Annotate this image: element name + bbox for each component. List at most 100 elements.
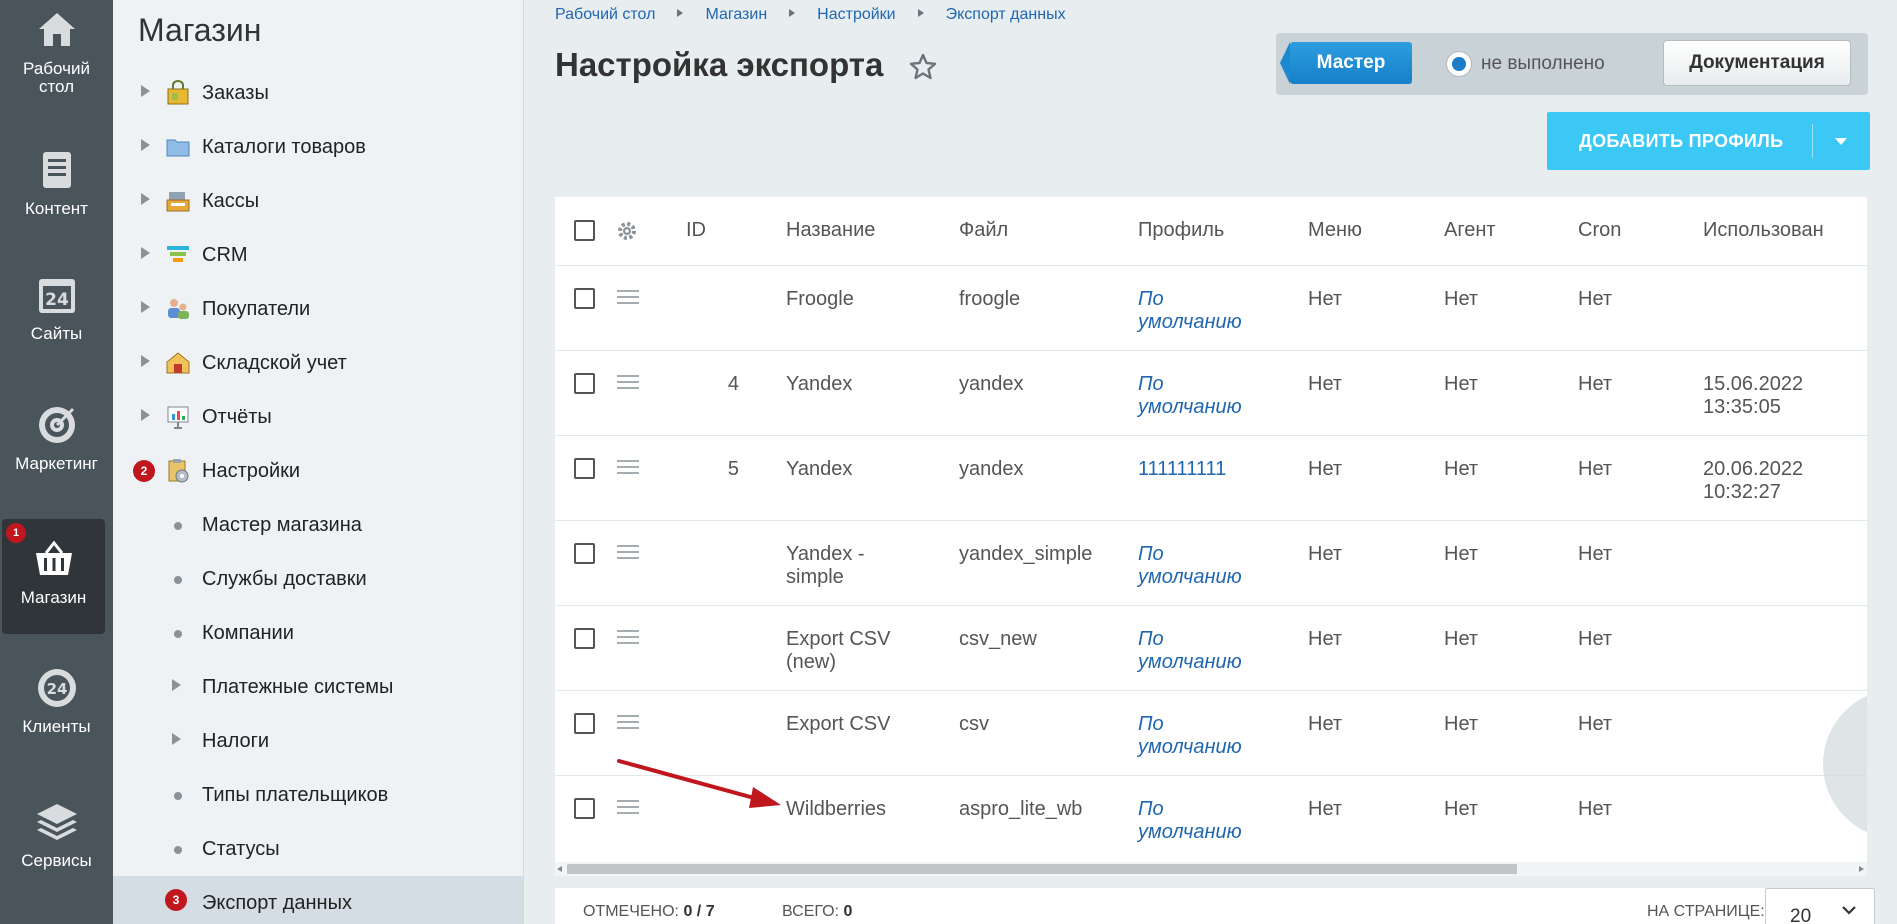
leftbar-item-content[interactable]: Контент bbox=[0, 148, 113, 218]
cell-profile-link[interactable]: По умолчанию bbox=[1138, 288, 1258, 334]
cell-agent: Нет bbox=[1444, 798, 1479, 820]
menu-item-cashboxes[interactable]: Кассы bbox=[113, 174, 523, 228]
table-row[interactable]: 4 Yandex yandex По умолчанию Нет Нет Нет… bbox=[555, 351, 1867, 436]
row-checkbox[interactable] bbox=[574, 713, 595, 734]
cell-profile-link[interactable]: По умолчанию bbox=[1138, 713, 1258, 759]
row-checkbox[interactable] bbox=[574, 798, 595, 819]
expand-arrow-icon[interactable] bbox=[141, 301, 150, 313]
column-header-file[interactable]: Файл bbox=[959, 219, 1008, 242]
cell-file: froogle bbox=[959, 288, 1021, 310]
menu-item-payer-types[interactable]: Типы плательщиков bbox=[113, 768, 523, 822]
cell-name: Yandex bbox=[786, 373, 853, 395]
menu-item-warehouse[interactable]: Складской учет bbox=[113, 336, 523, 390]
menu-item-taxes[interactable]: Налоги bbox=[113, 714, 523, 768]
wizard-button[interactable]: Мастер bbox=[1280, 42, 1412, 84]
menu-item-label: Каталоги товаров bbox=[202, 136, 366, 158]
menu-item-label: Платежные системы bbox=[202, 676, 394, 698]
row-menu-icon[interactable] bbox=[617, 630, 639, 646]
leftbar-item-desktop[interactable]: Рабочий стол bbox=[0, 8, 113, 96]
row-menu-icon[interactable] bbox=[617, 290, 639, 306]
bullet-icon bbox=[174, 792, 182, 800]
scroll-left-icon[interactable] bbox=[557, 866, 562, 872]
leftbar-item-marketing[interactable]: Маркетинг bbox=[0, 403, 113, 473]
menu-item-settings[interactable]: 2 Настройки bbox=[113, 444, 523, 498]
column-header-name[interactable]: Название bbox=[786, 219, 875, 242]
row-checkbox[interactable] bbox=[574, 373, 595, 394]
leftbar-item-sites[interactable]: 24 Сайты bbox=[0, 273, 113, 343]
row-menu-icon[interactable] bbox=[617, 545, 639, 561]
table-row[interactable]: 5 Yandex yandex 111111111 Нет Нет Нет 20… bbox=[555, 436, 1867, 521]
bullet-icon bbox=[174, 630, 182, 638]
table-row[interactable]: Export CSV (new) csv_new По умолчанию Не… bbox=[555, 606, 1867, 691]
expand-arrow-icon[interactable] bbox=[172, 733, 181, 745]
expand-arrow-icon[interactable] bbox=[141, 355, 150, 367]
column-header-used[interactable]: Использован bbox=[1703, 219, 1824, 242]
gear-icon[interactable] bbox=[616, 220, 638, 242]
select-all-checkbox[interactable] bbox=[574, 220, 595, 241]
menu-item-customers[interactable]: Покупатели bbox=[113, 282, 523, 336]
expand-arrow-icon[interactable] bbox=[141, 247, 150, 259]
row-checkbox[interactable] bbox=[574, 288, 595, 309]
per-page-select[interactable]: 20 bbox=[1765, 888, 1875, 924]
breadcrumb-link[interactable]: Настройки bbox=[817, 6, 895, 23]
horizontal-scrollbar[interactable] bbox=[555, 862, 1867, 876]
cell-menu: Нет bbox=[1308, 373, 1343, 395]
cell-profile-link[interactable]: 111111111 bbox=[1138, 458, 1258, 481]
expand-arrow-icon[interactable] bbox=[141, 139, 150, 151]
table-row[interactable]: Yandex - simple yandex_simple По умолчан… bbox=[555, 521, 1867, 606]
breadcrumb-link[interactable]: Экспорт данных bbox=[946, 6, 1066, 23]
row-menu-icon[interactable] bbox=[617, 375, 639, 391]
menu-item-shop-wizard[interactable]: Мастер магазина bbox=[113, 498, 523, 552]
breadcrumb-link[interactable]: Рабочий стол bbox=[555, 6, 655, 23]
menu-item-crm[interactable]: CRM bbox=[113, 228, 523, 282]
menu-item-orders[interactable]: Заказы bbox=[113, 66, 523, 120]
menu-item-delivery[interactable]: Службы доставки bbox=[113, 552, 523, 606]
breadcrumb-separator-icon bbox=[917, 9, 924, 17]
scrollbar-thumb[interactable] bbox=[567, 864, 1517, 874]
chevron-down-icon[interactable] bbox=[1835, 138, 1847, 145]
table-footer: ОТМЕЧЕНО: 0 / 7 ВСЕГО: 0 НА СТРАНИЦЕ: 20 bbox=[555, 888, 1875, 924]
expand-arrow-icon[interactable] bbox=[141, 193, 150, 205]
menu-item-payment-systems[interactable]: Платежные системы bbox=[113, 660, 523, 714]
column-header-profile[interactable]: Профиль bbox=[1138, 219, 1224, 242]
cell-menu: Нет bbox=[1308, 543, 1343, 565]
document-icon bbox=[42, 152, 71, 188]
add-profile-button[interactable]: ДОБАВИТЬ ПРОФИЛЬ bbox=[1547, 112, 1870, 170]
leftbar-item-label: Рабочий стол bbox=[23, 59, 90, 96]
leftbar-item-label: Сервисы bbox=[21, 851, 92, 870]
cell-menu: Нет bbox=[1308, 628, 1343, 650]
expand-arrow-icon[interactable] bbox=[141, 409, 150, 421]
table-row[interactable]: Froogle froogle По умолчанию Нет Нет Нет bbox=[555, 266, 1867, 351]
column-header-menu[interactable]: Меню bbox=[1308, 219, 1362, 242]
menu-item-companies[interactable]: Компании bbox=[113, 606, 523, 660]
cell-profile-link[interactable]: По умолчанию bbox=[1138, 373, 1258, 419]
row-menu-icon[interactable] bbox=[617, 460, 639, 476]
row-menu-icon[interactable] bbox=[617, 715, 639, 731]
cash-register-icon bbox=[166, 192, 190, 212]
menu-item-statuses[interactable]: Статусы bbox=[113, 822, 523, 876]
row-checkbox[interactable] bbox=[574, 458, 595, 479]
documentation-button[interactable]: Документация bbox=[1663, 40, 1851, 86]
menu-item-catalogs[interactable]: Каталоги товаров bbox=[113, 120, 523, 174]
menu-item-reports[interactable]: Отчёты bbox=[113, 390, 523, 444]
scroll-right-icon[interactable] bbox=[1859, 866, 1864, 872]
cell-profile-link[interactable]: По умолчанию bbox=[1138, 798, 1258, 844]
star-icon[interactable] bbox=[908, 52, 938, 82]
menu-item-data-export[interactable]: 3 Экспорт данных bbox=[113, 876, 523, 924]
cell-name: Yandex - simple bbox=[786, 543, 865, 588]
cell-profile-link[interactable]: По умолчанию bbox=[1138, 543, 1258, 589]
expand-arrow-icon[interactable] bbox=[172, 679, 181, 691]
row-checkbox[interactable] bbox=[574, 628, 595, 649]
expand-arrow-icon[interactable] bbox=[141, 85, 150, 97]
column-header-cron[interactable]: Cron bbox=[1578, 219, 1621, 242]
cell-profile-link[interactable]: По умолчанию bbox=[1138, 628, 1258, 674]
column-header-agent[interactable]: Агент bbox=[1444, 219, 1496, 242]
menu-item-label: Кассы bbox=[202, 190, 260, 212]
column-header-id[interactable]: ID bbox=[686, 219, 706, 242]
row-checkbox[interactable] bbox=[574, 543, 595, 564]
leftbar-item-clients[interactable]: 24 Клиенты bbox=[0, 666, 113, 736]
cell-cron: Нет bbox=[1578, 373, 1613, 395]
leftbar-item-shop[interactable]: 1 Магазин bbox=[2, 519, 105, 634]
leftbar-item-services[interactable]: Сервисы bbox=[0, 800, 113, 870]
breadcrumb-link[interactable]: Магазин bbox=[705, 6, 767, 23]
